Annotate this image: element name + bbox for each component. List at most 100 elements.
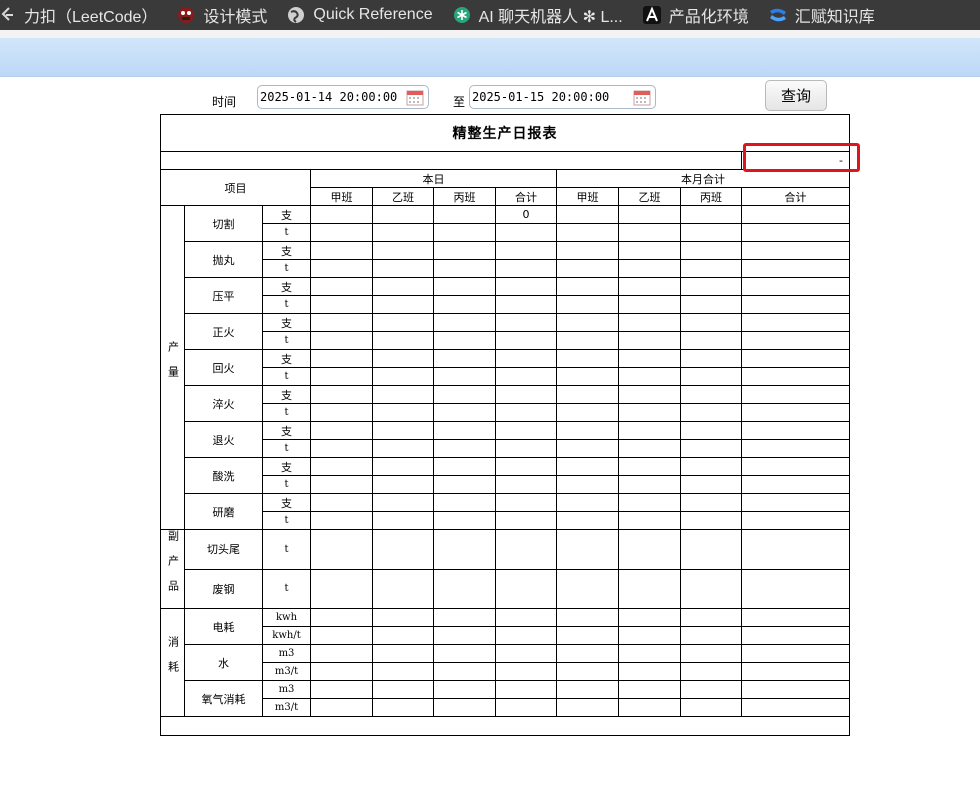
data-cell	[741, 421, 850, 440]
unit-cell: t	[262, 259, 311, 278]
data-cell	[372, 698, 434, 717]
group-label: 副产品	[166, 530, 180, 606]
data-cell	[741, 277, 850, 296]
data-cell	[556, 568, 619, 609]
unit-cell: 支	[262, 313, 311, 332]
table-row: 研磨支	[161, 493, 850, 530]
data-cell	[556, 259, 619, 278]
data-cell	[680, 367, 742, 386]
data-cell	[495, 295, 557, 314]
to-label: 至	[453, 95, 466, 109]
bookmark-knowledge-base[interactable]: 汇赋知识库	[769, 0, 875, 30]
data-cell	[310, 313, 373, 332]
data-cell	[372, 205, 434, 224]
data-cell	[680, 385, 742, 404]
bookmark-design-patterns[interactable]: 设计模式	[177, 0, 267, 30]
data-cell	[372, 529, 434, 570]
data-cell	[495, 608, 557, 627]
unit-cell: t	[262, 403, 311, 422]
table-row: 压平支	[161, 277, 850, 314]
data-cell	[433, 529, 496, 570]
shift-header: 合计	[741, 187, 850, 206]
unit-cell: 支	[262, 205, 311, 224]
group-consumption: 消耗	[160, 608, 185, 717]
calendar-icon[interactable]	[406, 88, 424, 106]
bookmark-leetcode[interactable]: 力扣（LeetCode）	[0, 0, 157, 30]
globe-icon	[287, 6, 305, 24]
data-cell	[556, 608, 619, 627]
highlight-box	[743, 143, 860, 172]
data-cell	[495, 493, 557, 512]
data-cell	[618, 205, 681, 224]
data-cell	[310, 403, 373, 422]
shift-header: 甲班	[556, 187, 619, 206]
data-cell	[372, 457, 434, 476]
unit-cell: t	[262, 367, 311, 386]
data-cell	[556, 403, 619, 422]
data-cell	[618, 403, 681, 422]
table-row: t	[161, 295, 850, 314]
item-name: 正火	[184, 313, 263, 350]
data-cell	[310, 277, 373, 296]
bookmark-label: 汇赋知识库	[794, 9, 875, 26]
item-name: 氧气消耗	[184, 680, 263, 717]
data-cell	[372, 439, 434, 458]
data-cell	[618, 698, 681, 717]
data-cell	[433, 403, 496, 422]
table-row: t	[161, 259, 850, 278]
data-cell	[310, 295, 373, 314]
table-row: t	[161, 439, 850, 458]
data-cell	[618, 385, 681, 404]
data-cell	[495, 698, 557, 717]
data-cell	[741, 439, 850, 458]
data-cell	[495, 385, 557, 404]
unit-cell: 支	[262, 349, 311, 368]
table-row: 正火支	[161, 313, 850, 350]
data-cell	[495, 457, 557, 476]
unit-cell: kwh	[262, 608, 311, 627]
data-cell	[310, 457, 373, 476]
bookmark-ai-chatbot[interactable]: AI 聊天机器人 ✻ L...	[453, 0, 623, 30]
data-cell	[495, 475, 557, 494]
data-cell	[741, 385, 850, 404]
query-button[interactable]: 查询	[765, 80, 827, 111]
data-cell	[556, 644, 619, 663]
unit-cell: 支	[262, 385, 311, 404]
data-cell	[680, 568, 742, 609]
data-cell	[741, 493, 850, 512]
table-row: t	[161, 403, 850, 422]
end-time-input[interactable]: 2025-01-15 20:00:00	[469, 85, 656, 109]
bookmark-label: AI 聊天机器人 ✻ L...	[478, 9, 623, 26]
data-cell	[556, 205, 619, 224]
calendar-icon[interactable]	[633, 88, 651, 106]
design-patterns-icon	[177, 6, 195, 24]
data-cell	[310, 680, 373, 699]
bookmark-quick-reference[interactable]: Quick Reference	[287, 0, 433, 30]
data-cell	[372, 608, 434, 627]
data-cell	[741, 680, 850, 699]
data-cell	[680, 331, 742, 350]
unit-cell: 支	[262, 421, 311, 440]
data-cell	[433, 680, 496, 699]
table-row: t	[161, 511, 850, 530]
data-cell	[372, 241, 434, 260]
data-cell	[680, 698, 742, 717]
bookmark-product-env[interactable]: 产品化环境	[642, 0, 749, 30]
today-header: 本日	[310, 169, 557, 188]
data-cell	[372, 493, 434, 512]
start-time-input[interactable]: 2025-01-14 20:00:00	[257, 85, 429, 109]
data-cell	[310, 626, 373, 645]
shift-header: 乙班	[618, 187, 681, 206]
data-cell	[680, 511, 742, 530]
data-cell	[618, 662, 681, 681]
data-cell	[741, 568, 850, 609]
data-cell	[372, 511, 434, 530]
data-cell	[618, 223, 681, 242]
table-row: 回火支	[161, 349, 850, 386]
data-cell	[372, 403, 434, 422]
data-cell	[680, 259, 742, 278]
data-cell	[433, 568, 496, 609]
data-cell	[741, 608, 850, 627]
data-cell	[433, 241, 496, 260]
data-cell	[310, 511, 373, 530]
